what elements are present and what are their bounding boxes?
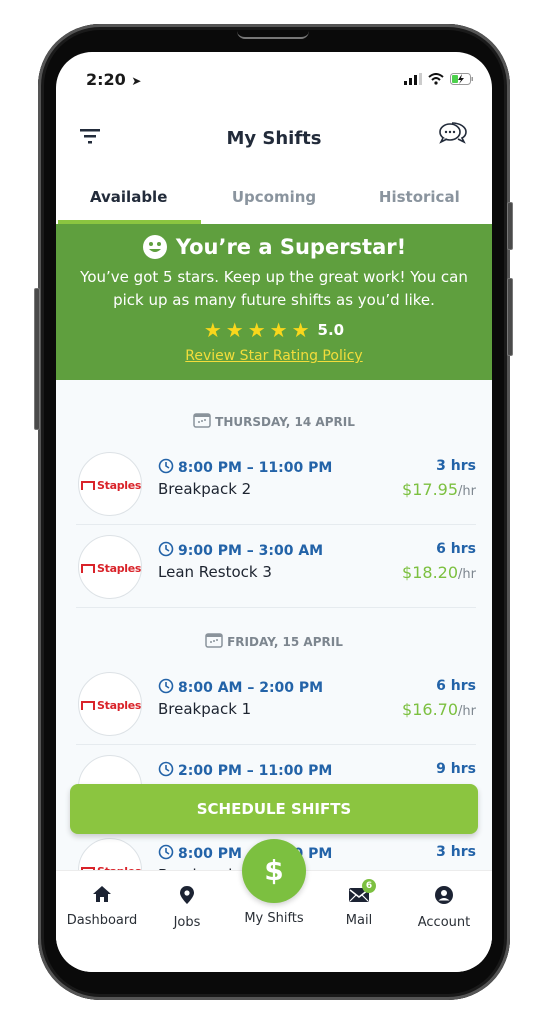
shift-time-text: 2:00 PM – 11:00 PM bbox=[178, 763, 333, 779]
star-icon: ★ bbox=[247, 318, 266, 342]
pay-unit: /hr bbox=[458, 704, 476, 719]
date-header-text: FRIDAY, 15 APRIL bbox=[227, 634, 343, 649]
clock-icon bbox=[158, 844, 174, 864]
shift-pay: $18.20/hr bbox=[402, 563, 476, 582]
shift-hours: 6 hrs bbox=[436, 541, 476, 557]
calendar-icon bbox=[193, 412, 211, 431]
pay-unit: /hr bbox=[458, 567, 476, 582]
home-icon bbox=[93, 886, 111, 902]
wifi-icon bbox=[428, 73, 444, 85]
shift-row[interactable]: Staples 8:00 AM – 2:00 PM Breakpack 1 6 … bbox=[76, 662, 476, 745]
tab-historical[interactable]: Historical bbox=[347, 176, 492, 224]
pay-amount: $16.70 bbox=[402, 700, 459, 719]
clock-icon bbox=[158, 678, 174, 698]
app-header: My Shifts bbox=[56, 116, 492, 164]
shift-time: 2:00 PM – 11:00 PM bbox=[158, 761, 332, 781]
battery-charging-icon bbox=[450, 73, 473, 85]
star-rating: ★ ★ ★ ★ ★ 5.0 bbox=[56, 318, 492, 342]
star-icon: ★ bbox=[269, 318, 288, 342]
status-time-text: 2:20 bbox=[86, 70, 126, 89]
status-icons bbox=[404, 73, 474, 85]
clock-icon bbox=[158, 761, 174, 781]
date-header: FRIDAY, 15 APRIL bbox=[56, 632, 492, 651]
nav-jobs[interactable]: Jobs bbox=[147, 885, 227, 930]
shift-name: Lean Restock 3 bbox=[158, 563, 272, 581]
nav-dashboard[interactable]: Dashboard bbox=[62, 885, 142, 928]
nav-my-shifts[interactable]: My Shifts bbox=[234, 905, 314, 926]
shift-time-text: 8:00 PM – 11:00 PM bbox=[178, 460, 333, 476]
employer-logo: Staples bbox=[78, 535, 142, 599]
my-shifts-fab[interactable]: $ bbox=[242, 839, 306, 903]
shift-hours: 6 hrs bbox=[436, 678, 476, 694]
calendar-icon bbox=[205, 632, 223, 651]
clock-icon bbox=[158, 541, 174, 561]
banner-message: You’ve got 5 stars. Keep up the great wo… bbox=[80, 268, 468, 309]
location-arrow-icon: ➤ bbox=[131, 74, 142, 88]
status-time: 2:20 ➤ bbox=[86, 70, 141, 89]
shift-row[interactable]: Staples 8:00 PM – 11:00 PM Breakpack 2 3… bbox=[76, 442, 476, 525]
map-pin-icon bbox=[180, 886, 194, 904]
tab-bar: Available Upcoming Historical bbox=[56, 176, 492, 224]
employer-name: Staples bbox=[97, 479, 142, 492]
user-circle-icon bbox=[435, 886, 453, 904]
shift-time: 8:00 AM – 2:00 PM bbox=[158, 678, 323, 698]
star-icon: ★ bbox=[291, 318, 310, 342]
shift-hours: 3 hrs bbox=[436, 844, 476, 860]
nav-label: Mail bbox=[345, 913, 373, 928]
nav-mail[interactable]: 6 Mail bbox=[319, 879, 399, 928]
pay-amount: $18.20 bbox=[402, 563, 459, 582]
shift-time-text: 8:00 AM – 2:00 PM bbox=[178, 680, 324, 696]
schedule-shifts-button[interactable]: SCHEDULE SHIFTS bbox=[70, 784, 478, 834]
date-header: THURSDAY, 14 APRIL bbox=[56, 412, 492, 431]
nav-label: My Shifts bbox=[244, 911, 304, 926]
shift-row[interactable]: Staples 9:00 PM – 3:00 AM Lean Restock 3… bbox=[76, 525, 476, 608]
nav-label: Jobs bbox=[173, 915, 201, 930]
star-icon: ★ bbox=[203, 318, 222, 342]
employer-logo: Staples bbox=[78, 672, 142, 736]
nav-account[interactable]: Account bbox=[404, 885, 484, 930]
banner-title-text: You’re a Superstar! bbox=[175, 235, 407, 259]
mail-badge: 6 bbox=[362, 879, 376, 893]
shift-pay: $17.95/hr bbox=[402, 480, 476, 499]
bottom-nav: Dashboard Jobs $ My Shifts 6 Mail Accoun… bbox=[56, 839, 492, 972]
app-screen: 2:20 ➤ My Shifts Available Upcoming Hist… bbox=[56, 52, 492, 972]
speaker-notch bbox=[237, 31, 309, 39]
smiley-icon bbox=[142, 235, 167, 259]
pay-amount: $17.95 bbox=[402, 480, 459, 499]
shift-name: Breakpack 1 bbox=[158, 700, 252, 718]
superstar-banner: You’re a Superstar! You’ve got 5 stars. … bbox=[56, 224, 492, 380]
employer-logo: Staples bbox=[78, 452, 142, 516]
side-button-right-top bbox=[507, 202, 513, 250]
signal-icon bbox=[404, 73, 422, 85]
status-bar: 2:20 ➤ bbox=[56, 52, 492, 102]
shift-time: 8:00 PM – 11:00 PM bbox=[158, 458, 332, 478]
side-button-left bbox=[34, 288, 40, 430]
date-header-text: THURSDAY, 14 APRIL bbox=[215, 414, 355, 429]
shift-pay: $16.70/hr bbox=[402, 700, 476, 719]
shift-hours: 9 hrs bbox=[436, 761, 476, 777]
chat-icon[interactable] bbox=[438, 120, 470, 146]
page-title: My Shifts bbox=[226, 128, 322, 149]
banner-title: You’re a Superstar! bbox=[56, 234, 492, 260]
shift-time: 9:00 PM – 3:00 AM bbox=[158, 541, 323, 561]
nav-label: Dashboard bbox=[66, 913, 138, 928]
employer-name: Staples bbox=[97, 699, 142, 712]
dollar-icon: $ bbox=[264, 854, 284, 887]
pay-unit: /hr bbox=[458, 484, 476, 499]
rating-value: 5.0 bbox=[317, 321, 345, 339]
star-icon: ★ bbox=[225, 318, 244, 342]
clock-icon bbox=[158, 458, 174, 478]
shift-hours: 3 hrs bbox=[436, 458, 476, 474]
nav-label: Account bbox=[417, 915, 471, 930]
review-policy-link[interactable]: Review Star Rating Policy bbox=[185, 348, 362, 364]
employer-name: Staples bbox=[97, 562, 142, 575]
tab-available[interactable]: Available bbox=[56, 176, 202, 224]
shift-name: Breakpack 2 bbox=[158, 480, 252, 498]
side-button-right-bottom bbox=[507, 278, 513, 356]
shift-time-text: 9:00 PM – 3:00 AM bbox=[178, 543, 324, 559]
tab-upcoming[interactable]: Upcoming bbox=[201, 176, 346, 224]
